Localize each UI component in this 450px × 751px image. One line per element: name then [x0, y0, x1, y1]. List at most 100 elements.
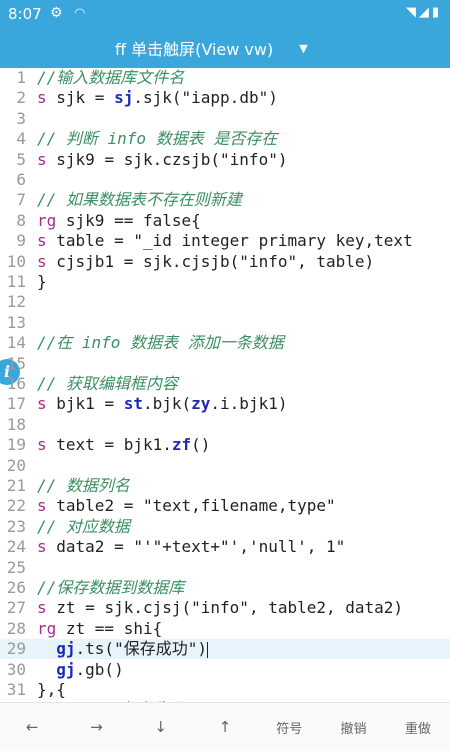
code-text: s zt = sjk.cjsj("info", table2, data2) [37, 598, 404, 618]
wifi-off-icon: ◠ [74, 6, 86, 21]
editor-toolbar: ← → ↓ ↑ 符号 撤销 重做 [0, 702, 450, 751]
line-number: 17 [6, 394, 26, 414]
code-line[interactable]: 1 //输入数据库文件名 [0, 68, 450, 88]
dropdown-caret-icon: ▼ [299, 41, 308, 55]
code-line[interactable]: 6 [0, 170, 450, 190]
line-number: 16 [6, 374, 26, 393]
code-line[interactable]: 25 [0, 558, 450, 578]
code-line[interactable]: 4 // 判断 info 数据表 是否存在 [0, 129, 450, 149]
line-number: 1 [16, 68, 26, 87]
settings-gear-icon: ⚙ [50, 5, 63, 21]
line-number: 5 [16, 149, 26, 169]
line-number: 27 [6, 598, 26, 618]
code-line[interactable]: 14 //在 info 数据表 添加一条数据 [0, 333, 450, 353]
code-line[interactable]: 5 s sjk9 = sjk.czsjb("info") [0, 150, 450, 170]
code-line[interactable]: 21 // 数据列名 [0, 476, 450, 496]
line-number: 2 [16, 88, 26, 108]
code-text: s data2 = "'"+text+"','null', 1" [37, 537, 346, 557]
line-number: 11 [6, 272, 26, 291]
status-icons: ◥◢▮ [406, 5, 442, 20]
code-line[interactable]: 15 [0, 354, 450, 374]
code-text: // 对应数据 [37, 516, 130, 536]
code-text: //输入数据库文件名 [37, 68, 185, 87]
status-time: 8:07 [8, 5, 42, 23]
code-line[interactable]: 8 rg sjk9 == false{ [0, 211, 450, 231]
code-line[interactable]: 28 rg zt == shi{ [0, 619, 450, 639]
code-line[interactable]: 3 [0, 109, 450, 129]
code-line[interactable]: 10 s cjsjb1 = sjk.cjsjb("info", table) [0, 252, 450, 272]
code-line[interactable]: 12 [0, 292, 450, 312]
code-line[interactable]: 18 [0, 415, 450, 435]
code-text: s text = bjk1.zf() [37, 435, 211, 455]
code-text: },{ [37, 680, 66, 699]
cursor-right-button[interactable]: → [64, 718, 128, 736]
code-line[interactable]: 23 // 对应数据 [0, 517, 450, 537]
code-text: gj.gb() [56, 659, 124, 679]
line-number: 25 [6, 557, 26, 577]
code-text: // 如果数据表不存在则新建 [37, 190, 242, 210]
line-number: 8 [16, 210, 26, 230]
line-number: 28 [6, 618, 26, 638]
code-line[interactable]: 26 //保存数据到数据库 [0, 578, 450, 598]
line-number: 29 [6, 639, 26, 659]
line-number: 13 [6, 312, 26, 332]
line-number: 4 [16, 129, 26, 149]
line-number: 7 [16, 190, 26, 210]
code-line[interactable]: 2 s sjk = sj.sjk("iapp.db") [0, 88, 450, 108]
battery-icon: ▮ [431, 5, 442, 20]
code-line[interactable]: 29 gj.ts("保存成功") [0, 639, 450, 660]
code-text: // 获取编辑框内容 [37, 374, 178, 393]
code-line[interactable]: 24 s data2 = "'"+text+"','null', 1" [0, 537, 450, 557]
line-number: 26 [6, 578, 26, 597]
cursor-left-button[interactable]: ← [0, 718, 64, 736]
code-text: // 判断 info 数据表 是否存在 [37, 129, 278, 149]
code-line[interactable]: 9 s table = "_id integer primary key,text [0, 231, 450, 251]
code-text: s bjk1 = st.bjk(zy.i.bjk1) [37, 394, 288, 414]
code-line[interactable]: 30 gj.gb() [0, 660, 450, 680]
title-dropdown[interactable]: ff 单击触屏(View vw) ▼ [115, 36, 308, 60]
symbols-button[interactable]: 符号 [257, 718, 321, 737]
code-text: rg zt == shi{ [37, 618, 163, 638]
line-number: 20 [6, 455, 26, 475]
line-number: 21 [6, 476, 26, 495]
code-line[interactable]: 11} [0, 272, 450, 292]
text-cursor [206, 641, 208, 658]
code-line[interactable]: 7 // 如果数据表不存在则新建 [0, 190, 450, 210]
code-text: rg sjk9 == false{ [37, 210, 201, 230]
code-line[interactable]: 31 },{ [0, 680, 450, 700]
code-line[interactable]: 19 s text = bjk1.zf() [0, 435, 450, 455]
line-number: 24 [6, 537, 26, 557]
code-line[interactable]: 27 s zt = sjk.cjsj("info", table2, data2) [0, 598, 450, 618]
code-text: // 数据列名 [37, 476, 130, 495]
signal-icon: ◢ [418, 5, 432, 20]
wifi-icon: ◥ [405, 5, 419, 20]
line-number: 6 [16, 170, 26, 189]
code-line[interactable]: 13 [0, 313, 450, 333]
app-title: ff 单击触屏(View vw) [115, 40, 274, 59]
app-bar: ff 单击触屏(View vw) ▼ [0, 28, 450, 68]
code-text: s sjk9 = sjk.czsjb("info") [37, 149, 288, 169]
code-text: s sjk = sj.sjk("iapp.db") [37, 88, 278, 108]
line-number: 3 [16, 108, 26, 128]
line-number: 12 [6, 292, 26, 312]
code-line[interactable]: 16 // 获取编辑框内容 [0, 374, 450, 394]
line-number: 23 [6, 516, 26, 536]
cursor-up-button[interactable]: ↑ [193, 718, 257, 736]
code-line[interactable]: 22 s table2 = "text,filename,type" [0, 496, 450, 516]
line-number: 15 [6, 353, 26, 373]
code-line[interactable]: 20 [0, 456, 450, 476]
code-text: s table2 = "text,filename,type" [37, 496, 336, 516]
code-line[interactable]: 17 s bjk1 = st.bjk(zy.i.bjk1) [0, 394, 450, 414]
code-text: s cjsjb1 = sjk.cjsjb("info", table) [37, 251, 375, 271]
line-number: 19 [6, 435, 26, 455]
status-bar: 8:07 ⚙ ◠ ◥◢▮ [0, 0, 450, 28]
code-text: //保存数据到数据库 [37, 578, 185, 597]
redo-button[interactable]: 重做 [386, 718, 450, 737]
cursor-down-button[interactable]: ↓ [129, 718, 193, 736]
line-number: 31 [6, 680, 26, 699]
code-editor[interactable]: i 1//输入数据库文件名 2 s sjk = sj.sjk("iapp.db") 3… [0, 68, 450, 702]
undo-button[interactable]: 撤销 [321, 718, 385, 737]
code-text: //在 info 数据表 添加一条数据 [37, 333, 284, 353]
code-text: gj.ts("保存成功") [56, 639, 208, 659]
code-text: } [37, 272, 47, 291]
